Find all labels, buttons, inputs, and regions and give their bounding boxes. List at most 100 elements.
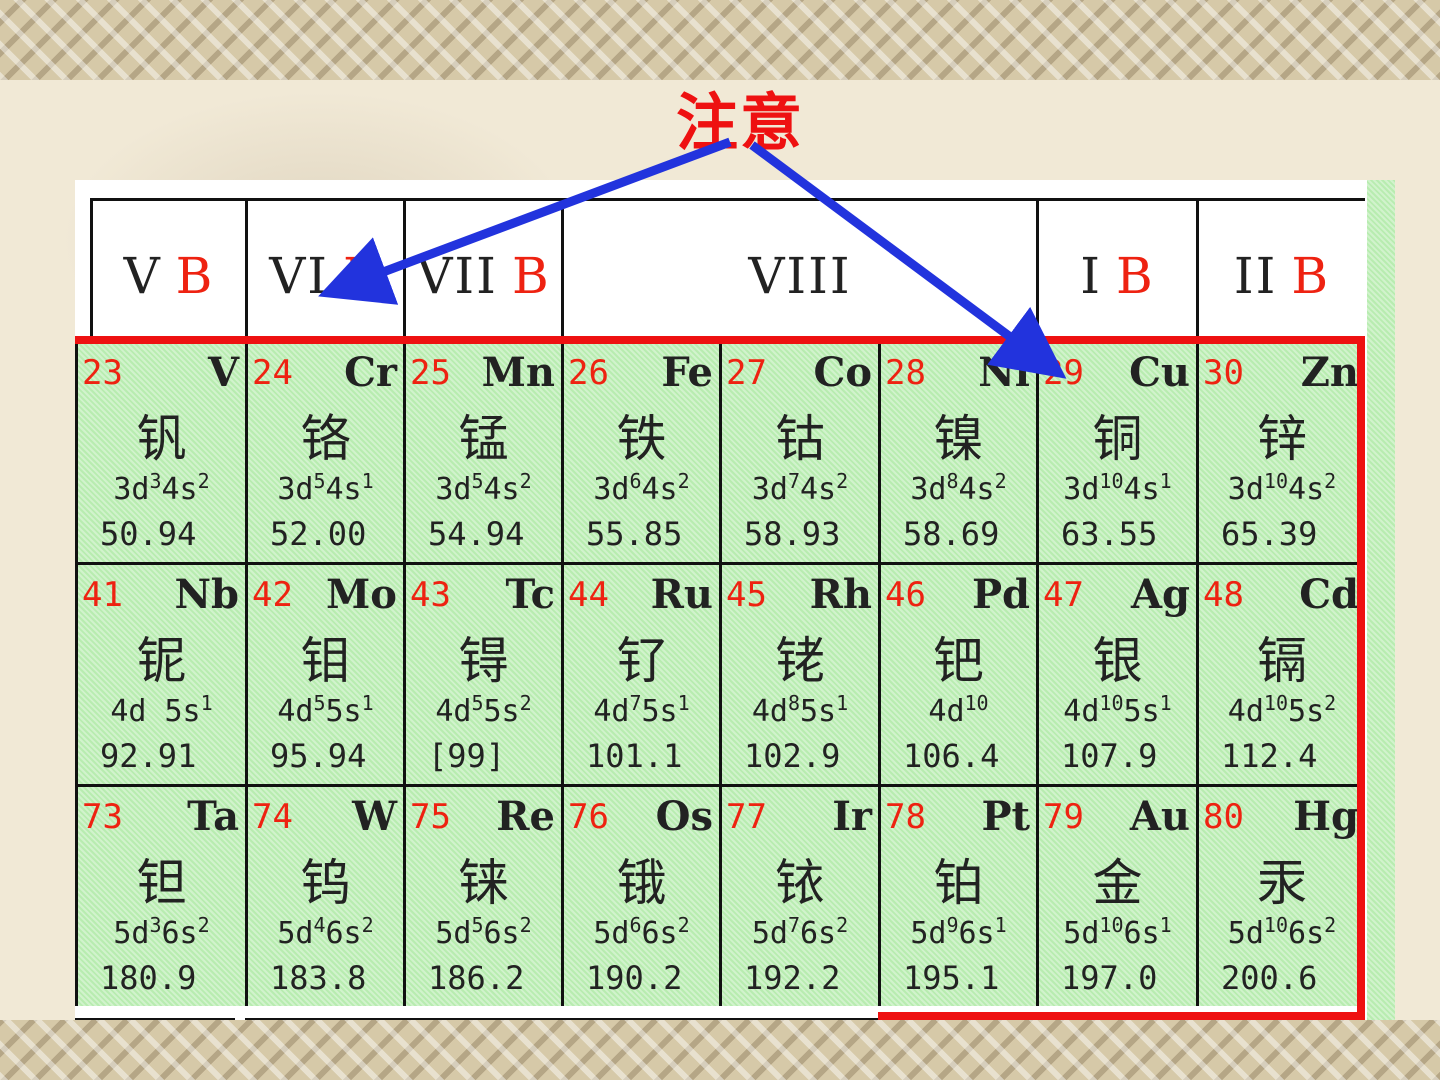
electron-configuration: 4d85s1 — [722, 691, 878, 729]
config-s-orbital: 6s — [641, 916, 678, 951]
config-s-orbital: 5s — [146, 694, 201, 729]
config-d-electrons: 4 — [313, 913, 326, 937]
electron-configuration: 5d66s2 — [564, 913, 719, 951]
element-header: 23 V — [82, 349, 241, 403]
element-header: 43 Tc — [410, 571, 557, 625]
atomic-number: 74 — [252, 797, 293, 837]
element-chinese-name: 汞 — [1257, 854, 1307, 912]
element-chinese-name: 银 — [1092, 632, 1143, 690]
config-s-orbital: 6s — [958, 916, 995, 951]
config-d-orbital: 3d — [910, 472, 947, 507]
config-d-orbital: 4d — [435, 694, 472, 729]
config-d-orbital: 4d — [928, 694, 965, 729]
element-cell: 48 Cd 镉 4d105s2 112.4 — [1196, 562, 1365, 784]
element-header: 46 Pd — [885, 571, 1032, 625]
config-s-electrons: 2 — [1324, 691, 1337, 715]
element-symbol: Mo — [326, 571, 397, 618]
config-s-electrons: 2 — [836, 913, 849, 937]
element-cell: 23 V 钒 3d34s2 50.94 — [75, 340, 245, 562]
config-s-orbital: 5s — [325, 694, 362, 729]
config-s-electrons: 1 — [200, 691, 213, 715]
element-symbol: Hg — [1293, 793, 1359, 840]
element-cell: 44 Ru 钌 4d75s1 101.1 — [561, 562, 719, 784]
electron-configuration: 4d105s1 — [1039, 691, 1196, 729]
config-d-orbital: 3d — [1063, 472, 1100, 507]
config-s-electrons: 2 — [677, 913, 690, 937]
atomic-number: 27 — [726, 353, 767, 393]
electron-configuration: 5d36s2 — [78, 913, 245, 951]
config-d-orbital: 5d — [751, 916, 788, 951]
atomic-mass: 195.1 — [903, 959, 1000, 997]
config-d-orbital: 3d — [435, 472, 472, 507]
element-chinese-name: 钼 — [300, 632, 351, 690]
group-header-cell: IB — [1036, 198, 1196, 350]
element-chinese-name: 钴 — [775, 410, 825, 468]
atomic-mass: 180.9 — [100, 959, 197, 997]
config-s-orbital: 4s — [641, 472, 678, 507]
element-chinese-name: 锇 — [616, 854, 667, 912]
config-d-orbital: 4d — [277, 694, 314, 729]
element-cell: 76 Os 锇 5d66s2 190.2 — [561, 784, 719, 1006]
config-s-electrons: 1 — [1159, 913, 1172, 937]
element-symbol: Ru — [650, 571, 713, 618]
element-chinese-name: 锌 — [1257, 410, 1307, 468]
config-d-electrons: 7 — [787, 469, 800, 493]
group-header-cell: VI B — [245, 198, 403, 350]
config-s-electrons: 1 — [836, 691, 849, 715]
config-d-orbital: 5d — [113, 916, 150, 951]
element-chinese-name: 锝 — [458, 632, 509, 690]
element-cell: 24 Cr 铬 3d54s1 52.00 — [245, 340, 403, 562]
atomic-number: 26 — [568, 353, 609, 393]
config-d-electrons: 3 — [149, 469, 162, 493]
atomic-number: 79 — [1043, 797, 1084, 837]
config-d-electrons: 3 — [149, 913, 162, 937]
group-roman-numeral: VII — [416, 246, 498, 305]
group-b-label: B — [343, 246, 382, 305]
config-s-orbital: 5s — [1288, 694, 1325, 729]
element-symbol: Os — [655, 793, 713, 840]
element-cell: 46 Pd 钯 4d10 106.4 — [878, 562, 1036, 784]
group-b-label: B — [511, 246, 551, 305]
config-d-electrons: 5 — [313, 469, 326, 493]
element-chinese-name: 铼 — [458, 854, 509, 912]
element-symbol: Co — [813, 349, 872, 396]
electron-configuration: 3d34s2 — [78, 469, 245, 507]
config-s-orbital: 6s — [1123, 916, 1160, 951]
element-header: 44 Ru — [568, 571, 715, 625]
config-d-orbital: 5d — [593, 916, 630, 951]
atomic-number: 47 — [1043, 575, 1084, 615]
atomic-number: 73 — [82, 797, 123, 837]
element-chinese-name: 钯 — [933, 632, 984, 690]
element-cell: 28 Ni 镍 3d84s2 58.69 — [878, 340, 1036, 562]
element-chinese-name: 铜 — [1092, 410, 1143, 468]
atomic-number: 25 — [410, 353, 451, 393]
element-header: 26 Fe — [568, 349, 715, 403]
element-chinese-name: 镍 — [933, 410, 984, 468]
atomic-mass: 55.85 — [586, 515, 683, 553]
element-cell: 79 Au 金 5d106s1 197.0 — [1036, 784, 1196, 1006]
config-d-orbital: 5d — [277, 916, 314, 951]
atomic-mass: 107.9 — [1061, 737, 1158, 775]
element-chinese-name: 铑 — [775, 632, 825, 690]
config-s-orbital: 5s — [641, 694, 678, 729]
config-d-electrons: 5 — [471, 691, 484, 715]
element-cell: 42 Mo 钼 4d55s1 95.94 — [245, 562, 403, 784]
electron-configuration: 5d56s2 — [406, 913, 561, 951]
atomic-mass: [99] — [428, 737, 506, 775]
element-header: 28 Ni — [885, 349, 1032, 403]
config-s-orbital: 4s — [800, 472, 837, 507]
config-s-electrons: 2 — [361, 913, 374, 937]
atomic-mass: 50.94 — [100, 515, 197, 553]
atomic-mass: 52.00 — [270, 515, 367, 553]
element-symbol: Cr — [344, 349, 397, 396]
electron-configuration: 4d 5s1 — [78, 691, 245, 729]
config-s-orbital: 4s — [1123, 472, 1160, 507]
element-cell: 41 Nb 铌 4d 5s1 92.91 — [75, 562, 245, 784]
element-chinese-name: 钨 — [300, 854, 351, 912]
element-cell: 74 W 钨 5d46s2 183.8 — [245, 784, 403, 1006]
element-symbol: Ta — [187, 793, 239, 840]
atomic-mass: 101.1 — [586, 737, 683, 775]
config-d-orbital: 3d — [593, 472, 630, 507]
element-header: 76 Os — [568, 793, 715, 847]
config-d-orbital: 5d — [1227, 916, 1264, 951]
